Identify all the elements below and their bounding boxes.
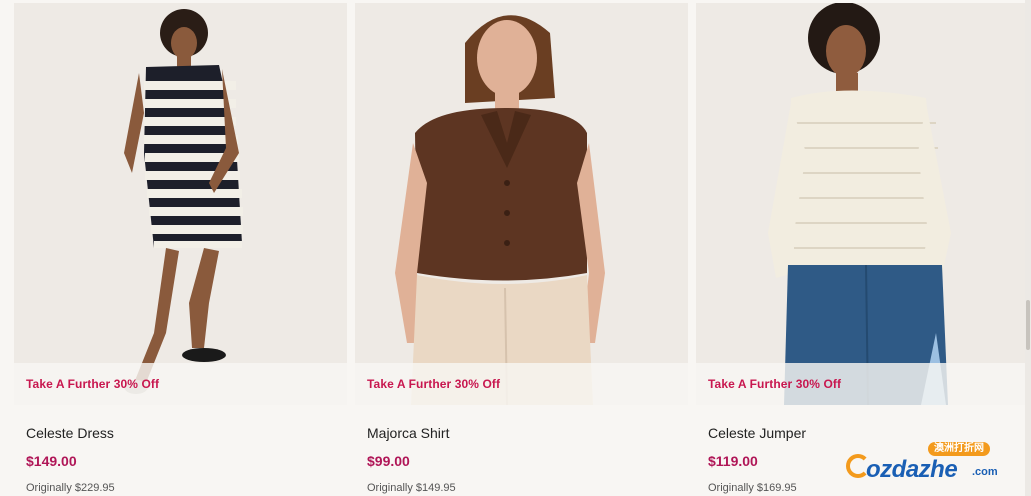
product-image[interactable] (696, 3, 1029, 405)
product-name[interactable]: Majorca Shirt (367, 425, 449, 441)
product-price: $119.00 (708, 453, 758, 469)
model-cream-jumper-image (696, 3, 1029, 405)
original-price: Originally $169.95 (708, 482, 797, 494)
original-price: Originally $229.95 (26, 482, 115, 494)
promo-text: Take A Further 30% Off (26, 377, 160, 391)
promo-text: Take A Further 30% Off (367, 377, 501, 391)
watermark-brand: ozdazhe (866, 456, 958, 483)
watermark-badge: 澳洲打折网 (928, 442, 990, 456)
scrollbar-track[interactable] (1025, 0, 1031, 496)
original-price: Originally $149.95 (367, 482, 456, 494)
product-name[interactable]: Celeste Dress (26, 425, 114, 441)
promo-banner: Take A Further 30% Off (696, 363, 1029, 405)
product-card[interactable]: Take A Further 30% Off Celeste Dress $14… (14, 0, 347, 496)
product-price: $99.00 (367, 453, 410, 469)
model-brown-shirt-image (355, 3, 688, 405)
product-card[interactable]: Take A Further 30% Off Majorca Shirt $99… (355, 0, 688, 496)
promo-banner: Take A Further 30% Off (355, 363, 688, 405)
promo-text: Take A Further 30% Off (708, 377, 842, 391)
product-name[interactable]: Celeste Jumper (708, 425, 806, 441)
model-striped-dress-image (14, 3, 347, 405)
watermark-tld: .com (972, 466, 998, 478)
product-price: $149.00 (26, 453, 77, 469)
product-card[interactable]: Take A Further 30% Off Celeste Jumper $1… (696, 0, 1029, 496)
product-image[interactable] (355, 3, 688, 405)
product-grid: Take A Further 30% Off Celeste Dress $14… (0, 0, 1031, 496)
scrollbar-thumb[interactable] (1026, 300, 1030, 350)
watermark-logo: 澳洲打折网 ozdazhe .com (846, 440, 998, 492)
promo-banner: Take A Further 30% Off (14, 363, 347, 405)
product-image[interactable] (14, 3, 347, 405)
